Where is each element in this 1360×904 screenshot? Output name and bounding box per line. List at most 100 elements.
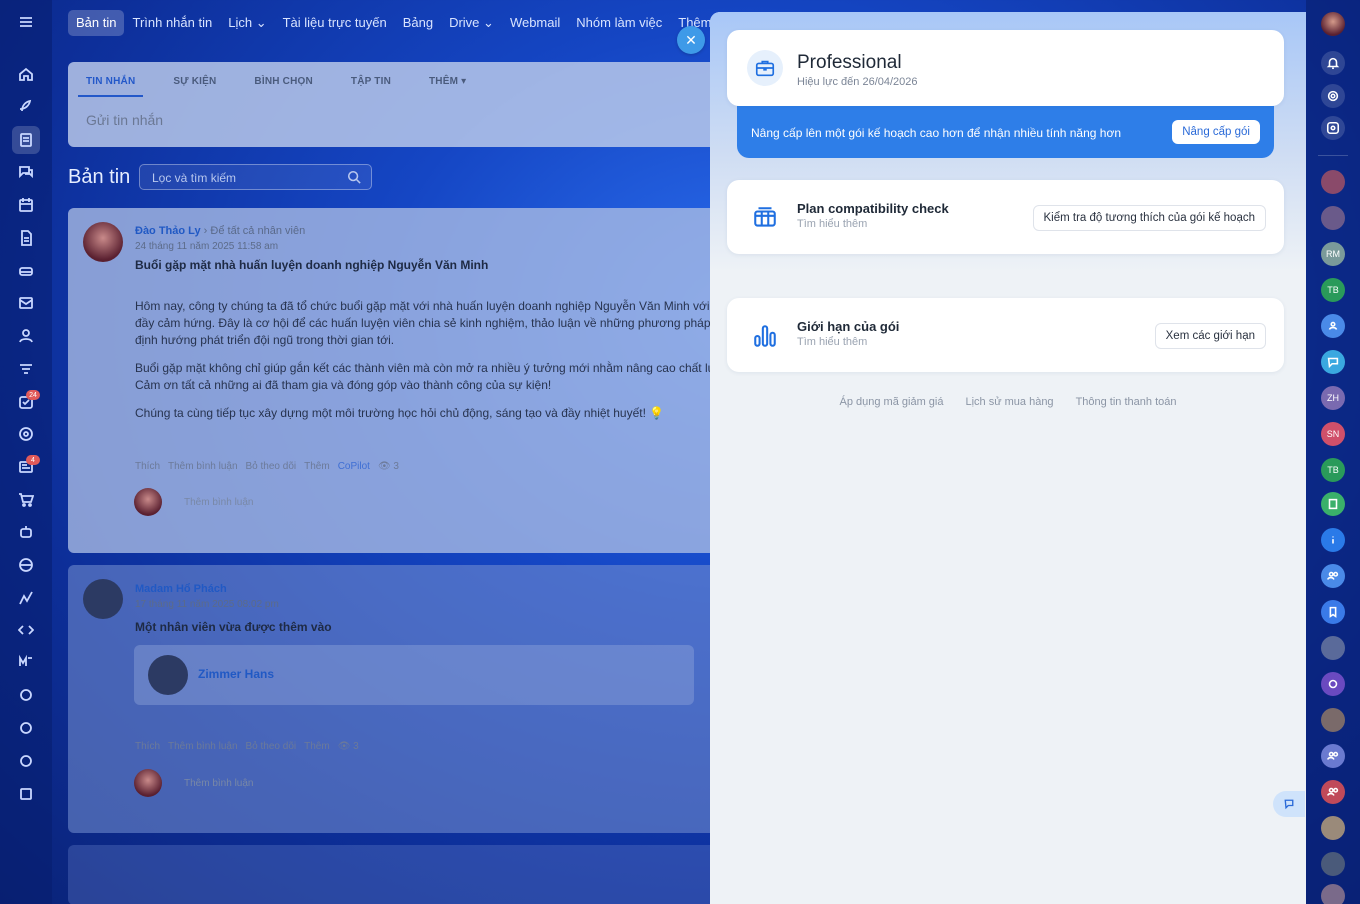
page-title: Bản tin — [68, 166, 131, 188]
contact-initials[interactable]: RM — [1321, 242, 1345, 266]
contact-initials[interactable]: ZH — [1321, 386, 1345, 410]
chat-icon[interactable] — [1321, 350, 1345, 374]
contact-initials[interactable]: TB — [1321, 458, 1345, 482]
bookmark-icon[interactable] — [1321, 600, 1345, 624]
calendar-icon[interactable] — [14, 193, 38, 217]
comment-input[interactable]: Thêm bình luận — [184, 778, 254, 789]
contact-avatar[interactable] — [1321, 884, 1345, 904]
comment-input[interactable]: Thêm bình luận — [184, 497, 254, 508]
message-input[interactable]: Gửi tin nhắn — [86, 112, 163, 128]
tab-event[interactable]: SỰ KIỆN — [165, 74, 224, 97]
contact-initials[interactable]: SN — [1321, 422, 1345, 446]
drive-icon[interactable] — [14, 259, 38, 283]
support-chat-button[interactable] — [1273, 791, 1305, 817]
home-icon[interactable] — [14, 62, 38, 86]
learn-more-link[interactable]: Tìm hiểu thêm — [797, 336, 867, 348]
feed-search-input[interactable]: Lọc và tìm kiếm — [139, 164, 372, 190]
nav-item-calendar[interactable]: Lịch ⌄ — [220, 10, 274, 36]
target-icon[interactable] — [14, 422, 38, 446]
document-icon[interactable] — [14, 226, 38, 250]
globe-icon[interactable] — [14, 553, 38, 577]
bell-icon[interactable] — [1321, 51, 1345, 75]
tab-more[interactable]: THÊM ▾ — [421, 74, 474, 97]
post-body-line: Buổi gặp mặt không chỉ giúp gắn kết các … — [135, 361, 715, 375]
contact-avatar[interactable] — [1321, 816, 1345, 840]
mcp-icon[interactable] — [14, 650, 38, 674]
billing-info-link[interactable]: Thông tin thanh toán — [1076, 396, 1177, 408]
post-composer: TIN NHẮN SỰ KIỆN BÌNH CHỌN TẬP TIN THÊM … — [68, 62, 728, 147]
tab-poll[interactable]: BÌNH CHỌN — [246, 74, 320, 97]
notes-icon[interactable] — [1321, 492, 1345, 516]
app-icon[interactable] — [14, 749, 38, 773]
filter-icon[interactable] — [14, 357, 38, 381]
contact-avatar[interactable] — [1321, 170, 1345, 194]
purchase-history-link[interactable]: Lịch sử mua hàng — [965, 396, 1053, 408]
nav-item-online-docs[interactable]: Tài liệu trực tuyến — [275, 10, 395, 36]
employee-name[interactable]: Zimmer Hans — [198, 667, 274, 681]
chevron-down-icon: ⌄ — [255, 15, 267, 30]
avatar — [134, 488, 162, 516]
upgrade-banner: Nâng cấp lên một gói kế hoạch cao hơn để… — [737, 106, 1274, 158]
comment-button[interactable]: Thêm bình luận — [168, 741, 238, 752]
app-icon[interactable] — [14, 716, 38, 740]
contact-avatar[interactable] — [1321, 206, 1345, 230]
like-button[interactable]: Thích — [135, 461, 160, 472]
avatar[interactable] — [83, 222, 123, 262]
menu-icon[interactable] — [14, 10, 38, 34]
tab-message[interactable]: TIN NHẮN — [78, 74, 144, 97]
apply-coupon-link[interactable]: Áp dụng mã giảm giá — [840, 396, 944, 408]
copilot-button[interactable]: CoPilot — [338, 461, 370, 472]
cart-icon[interactable] — [14, 488, 38, 512]
group-icon[interactable] — [14, 324, 38, 348]
contact-initials[interactable]: TB — [1321, 278, 1345, 302]
info-icon[interactable] — [1321, 528, 1345, 552]
author-name[interactable]: Đào Thảo Ly — [135, 225, 201, 237]
close-panel-button[interactable]: ✕ — [677, 26, 705, 54]
more-button[interactable]: Thêm — [304, 461, 330, 472]
robot-icon[interactable] — [14, 520, 38, 544]
view-limits-button[interactable]: Xem các giới hạn — [1154, 323, 1266, 349]
nav-item-drive[interactable]: Drive ⌄ — [441, 10, 502, 36]
plan-card: Professional Hiệu lực đến 26/04/2026 — [727, 30, 1284, 106]
unfollow-button[interactable]: Bỏ theo dõi — [246, 461, 297, 472]
nav-item-messenger[interactable]: Trình nhắn tin — [124, 10, 220, 36]
learn-more-link[interactable]: Tìm hiểu thêm — [797, 218, 867, 230]
group-chat-icon[interactable] — [1321, 744, 1345, 768]
tab-file[interactable]: TẬP TIN — [343, 74, 399, 97]
nav-item-news[interactable]: Bản tin — [68, 10, 125, 36]
search-chat-icon[interactable] — [1321, 116, 1345, 140]
nav-item-workgroups[interactable]: Nhóm làm việc — [568, 10, 670, 36]
nav-item-boards[interactable]: Bảng — [395, 10, 441, 36]
post-author[interactable]: Madam Hổ Phách — [135, 583, 227, 595]
compat-check-button[interactable]: Kiểm tra độ tương thích của gói kế hoạch — [1032, 205, 1266, 231]
copilot-icon[interactable] — [1321, 84, 1345, 108]
more-button[interactable]: Thêm — [304, 741, 330, 752]
group-chat-icon[interactable] — [1321, 314, 1345, 338]
copilot-chat-icon[interactable] — [1321, 672, 1345, 696]
mail-icon[interactable] — [14, 291, 38, 315]
contact-avatar[interactable] — [1321, 852, 1345, 876]
group-chat-icon[interactable] — [1321, 780, 1345, 804]
post-author[interactable]: Đào Thảo Ly › Để tất cả nhân viên — [135, 225, 305, 237]
nav-item-label: Drive — [449, 15, 480, 30]
contact-avatar[interactable] — [1321, 636, 1345, 660]
feed-icon[interactable] — [12, 126, 40, 154]
contact-avatar[interactable] — [1321, 708, 1345, 732]
unfollow-button[interactable]: Bỏ theo dõi — [246, 741, 297, 752]
post-recipients[interactable]: Để tất cả nhân viên — [210, 225, 305, 237]
upgrade-button[interactable]: Nâng cấp gói — [1172, 120, 1260, 144]
code-icon[interactable] — [14, 618, 38, 642]
app-icon[interactable] — [14, 683, 38, 707]
chat-icon[interactable] — [14, 160, 38, 184]
nav-item-webmail[interactable]: Webmail — [502, 10, 568, 36]
avatar[interactable] — [83, 579, 123, 619]
group-chat-icon[interactable] — [1321, 564, 1345, 588]
user-avatar[interactable] — [1321, 12, 1345, 36]
comment-button[interactable]: Thêm bình luận — [168, 461, 238, 472]
storage-icon[interactable] — [14, 782, 38, 806]
chart-icon[interactable] — [14, 586, 38, 610]
like-button[interactable]: Thích — [135, 741, 160, 752]
employee-card[interactable]: Zimmer Hans — [134, 645, 694, 705]
plan-name: Professional — [797, 52, 902, 73]
rocket-icon[interactable] — [14, 95, 38, 119]
